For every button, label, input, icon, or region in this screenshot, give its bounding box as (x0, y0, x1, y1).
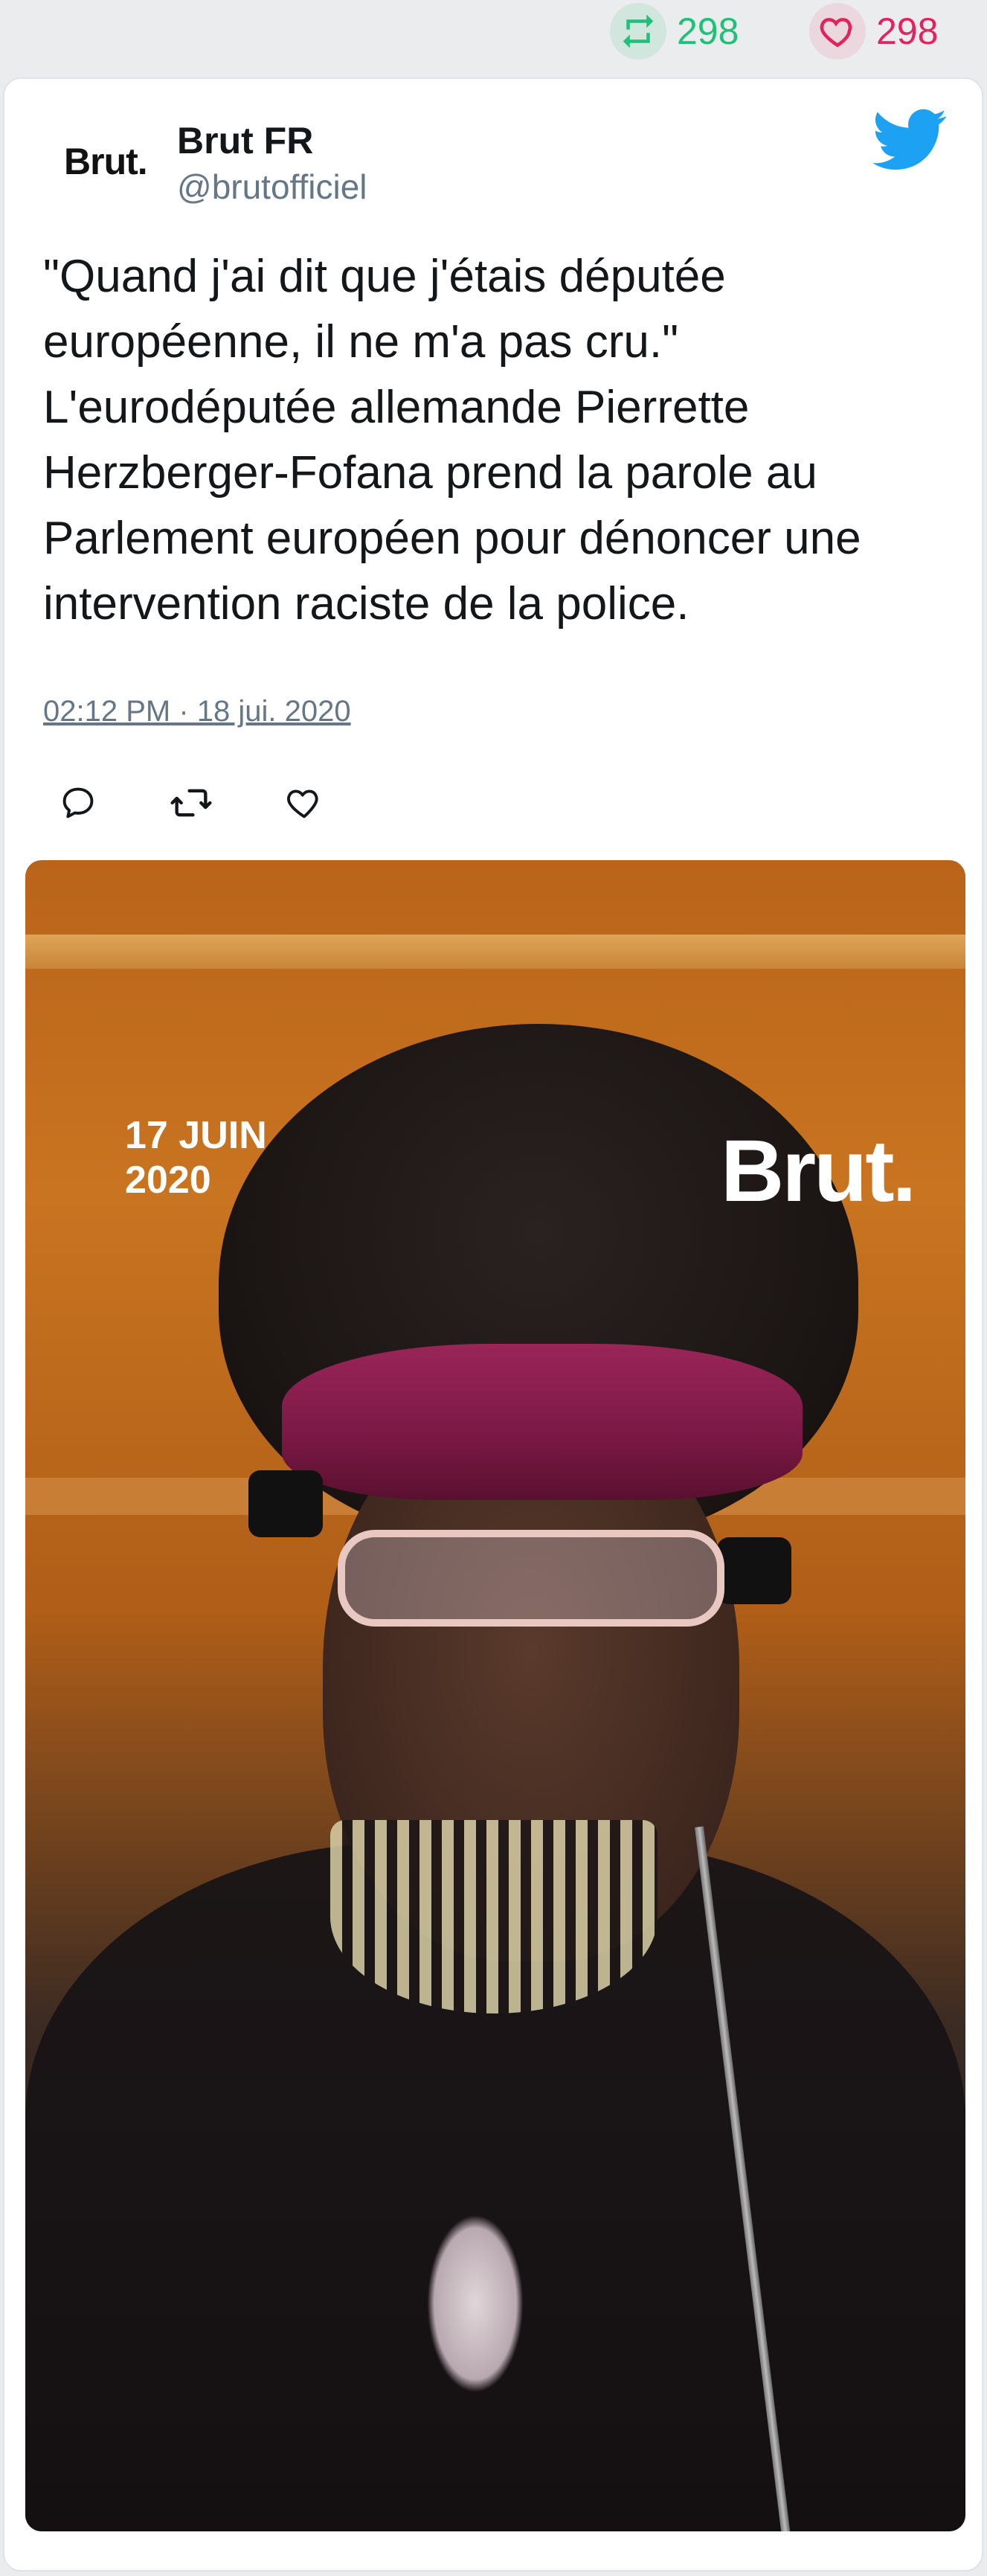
engagement-summary: 298 298 (0, 0, 987, 67)
like-button[interactable] (278, 778, 330, 830)
heart-icon (285, 784, 324, 826)
retweet-icon (170, 781, 213, 828)
tweet-card: Brut. Brut FR @brutofficiel "Quand j'ai … (3, 77, 983, 2572)
heart-icon (809, 3, 866, 60)
author-handle[interactable]: @brutofficiel (177, 167, 367, 207)
retweet-stat[interactable]: 298 (610, 3, 739, 60)
avatar[interactable]: Brut. (64, 140, 148, 183)
tweet-text: "Quand j'ai dit que j'étais députée euro… (43, 251, 861, 629)
speaker-headband (282, 1344, 803, 1500)
speaker-necklace (330, 1820, 658, 2013)
tweet-timestamp[interactable]: 02:12 PM · 18 jui. 2020 (43, 695, 351, 728)
author-name[interactable]: Brut FR (177, 119, 313, 162)
video-brand-overlay: Brut. (721, 1122, 916, 1220)
twitter-bird-icon[interactable] (872, 109, 948, 171)
reply-button[interactable] (52, 778, 104, 830)
headphone-left (248, 1470, 323, 1537)
retweet-count: 298 (677, 10, 739, 52)
retweet-icon (610, 3, 666, 60)
like-stat[interactable]: 298 (809, 3, 939, 60)
speaker-brooch (427, 2214, 524, 2393)
tweet-video[interactable]: 17 JUIN 2020 Brut. (25, 860, 965, 2531)
video-date-overlay: 17 JUIN 2020 (125, 1114, 267, 1202)
headphone-right (717, 1537, 791, 1604)
speaker-glasses (338, 1530, 724, 1627)
background-desk (25, 935, 965, 969)
like-count: 298 (876, 10, 939, 52)
retweet-button[interactable] (165, 778, 217, 830)
reply-icon (59, 784, 97, 826)
